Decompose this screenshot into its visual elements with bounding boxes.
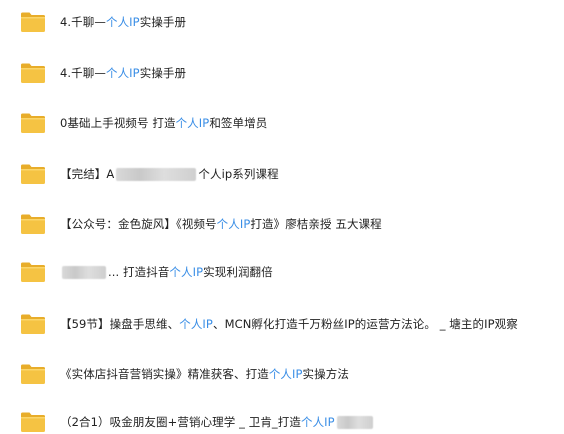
highlight-text: 个人IP — [105, 66, 140, 80]
name-text: 实操手册 — [139, 15, 187, 29]
highlight-text: 个人IP — [169, 265, 204, 279]
highlight-text: 个人IP — [179, 317, 213, 331]
folder-row[interactable]: 【公众号：金色旋风】《视频号个人IP打造》廖桔亲授 五大课程 — [0, 204, 564, 244]
folder-row[interactable]: 【59节】操盘手思维、个人IP、MCN孵化打造千万粉丝IP的运营方法论。 _ 塘… — [0, 304, 564, 344]
name-text: 【59节】操盘手思维、 — [60, 317, 180, 331]
folder-row[interactable]: 《实体店抖音营销实操》精准获客、打造个人IP实操方法 — [0, 354, 564, 394]
name-text: （2合1）吸金朋友圈+营销心理学 _ 卫肯_打造 — [60, 415, 301, 429]
name-text: 【完结】A — [60, 167, 115, 181]
folder-icon — [20, 163, 46, 185]
name-text: 实操方法 — [302, 367, 349, 381]
highlight-text: 个人IP — [105, 15, 140, 29]
folder-name: 《实体店抖音营销实操》精准获客、打造个人IP实操方法 — [60, 365, 349, 383]
name-text: 【公众号：金色旋风】《视频号 — [60, 217, 217, 231]
name-text: 0基础上手视频号 打造 — [60, 116, 176, 130]
highlight-text: 个人IP — [175, 116, 210, 130]
folder-icon — [20, 112, 46, 134]
folder-icon — [20, 11, 46, 33]
name-text: ... 打造抖音 — [108, 265, 170, 279]
folder-name: （2合1）吸金朋友圈+营销心理学 _ 卫肯_打造个人IP — [60, 413, 375, 431]
folder-name: 【59节】操盘手思维、个人IP、MCN孵化打造千万粉丝IP的运营方法论。 _ 塘… — [60, 315, 518, 333]
name-text: 、MCN孵化打造千万粉丝IP的运营方法论。 _ 塘主的IP观察 — [212, 317, 518, 331]
folder-icon — [20, 363, 46, 385]
folder-icon — [20, 411, 46, 433]
name-text: 4.千聊— — [60, 66, 106, 80]
folder-icon — [20, 261, 46, 283]
folder-row[interactable]: 4.千聊—个人IP实操手册 — [0, 2, 564, 42]
name-text: 和签单增员 — [209, 116, 268, 130]
folder-row[interactable]: 【完结】A 个人ip系列课程 — [0, 154, 564, 194]
redacted-text — [336, 416, 373, 429]
file-list: 4.千聊—个人IP实操手册 4.千聊—个人IP实操手册 0基础上手视频号 打造个人I… — [0, 0, 564, 434]
folder-name: 4.千聊—个人IP实操手册 — [60, 13, 186, 31]
name-text: 实现利润翻倍 — [203, 265, 273, 279]
name-text: 《实体店抖音营销实操》精准获客、打造 — [60, 367, 269, 381]
highlight-text: 个人IP — [300, 415, 335, 429]
name-text: 实操手册 — [139, 66, 187, 80]
folder-row[interactable]: 4.千聊—个人IP实操手册 — [0, 53, 564, 93]
folder-row[interactable]: ... 打造抖音个人IP实现利润翻倍 — [0, 252, 564, 292]
redacted-text — [116, 168, 197, 181]
folder-icon — [20, 313, 46, 335]
folder-row[interactable]: 0基础上手视频号 打造个人IP和签单增员 — [0, 103, 564, 143]
folder-name: 4.千聊—个人IP实操手册 — [60, 64, 186, 82]
folder-icon — [20, 213, 46, 235]
redacted-text — [62, 266, 106, 279]
folder-name: 【公众号：金色旋风】《视频号个人IP打造》廖桔亲授 五大课程 — [60, 215, 382, 233]
highlight-text: 个人IP — [216, 217, 251, 231]
highlight-text: 个人IP — [268, 367, 303, 381]
folder-name: 0基础上手视频号 打造个人IP和签单增员 — [60, 114, 267, 132]
folder-row[interactable]: （2合1）吸金朋友圈+营销心理学 _ 卫肯_打造个人IP — [0, 402, 564, 434]
folder-name: ... 打造抖音个人IP实现利润翻倍 — [60, 263, 273, 281]
name-text: 个人ip系列课程 — [198, 167, 279, 181]
folder-name: 【完结】A 个人ip系列课程 — [60, 165, 279, 183]
name-text: 4.千聊— — [60, 15, 106, 29]
name-text: 打造》廖桔亲授 五大课程 — [250, 217, 382, 231]
folder-icon — [20, 62, 46, 84]
